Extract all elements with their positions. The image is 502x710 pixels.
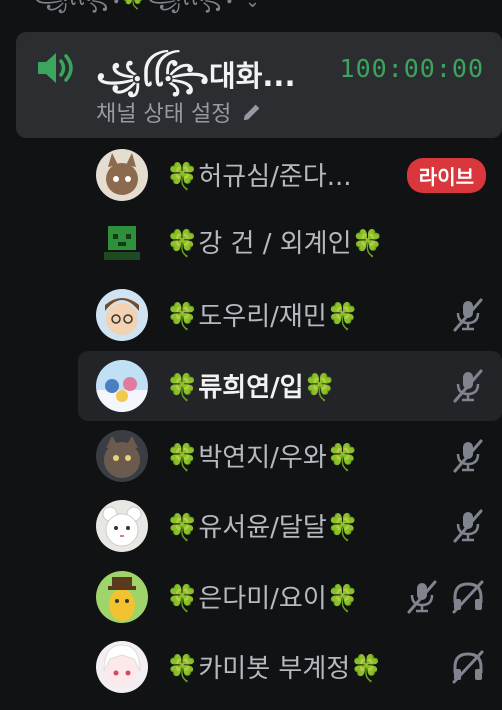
voice-member-row[interactable]: 🍀카미봇 부계정🍀 bbox=[78, 632, 502, 702]
avatar bbox=[96, 641, 148, 693]
muted-mic-icon bbox=[453, 369, 483, 403]
member-name: 🍀카미봇 부계정🍀 bbox=[166, 654, 383, 684]
avatar bbox=[96, 149, 148, 201]
speaker-icon bbox=[38, 53, 73, 83]
live-badge: 라이브 bbox=[406, 158, 486, 193]
avatar bbox=[96, 571, 148, 623]
voice-member-row[interactable]: 🍀유서윤/달달🍀 bbox=[78, 491, 502, 561]
voice-member-row[interactable]: 🍀은다미/요이🍀 bbox=[78, 562, 502, 632]
set-channel-status[interactable]: 채널 상태 설정 bbox=[96, 96, 263, 128]
call-timer: 100:00:00 bbox=[339, 54, 484, 83]
member-state-icons bbox=[450, 438, 486, 474]
member-state-icons bbox=[450, 649, 486, 685]
member-name: 🍀류희연/입🍀 bbox=[166, 373, 336, 403]
member-name: 🍀허규심/준다... bbox=[166, 162, 352, 192]
avatar bbox=[96, 500, 148, 552]
member-name: 🍀강 건 / 외계인🍀 bbox=[166, 229, 384, 259]
voice-member-row[interactable]: 🍀강 건 / 외계인🍀 bbox=[78, 207, 502, 277]
member-state-icons bbox=[450, 297, 486, 333]
member-name: 🍀유서윤/달달🍀 bbox=[166, 513, 360, 543]
avatar bbox=[96, 360, 148, 412]
channel-status-label: 채널 상태 설정 bbox=[96, 102, 232, 127]
voice-channel-item[interactable]: ꧁ꪶꪶ꧂대화... 100:00:00 채널 상태 설정 bbox=[16, 32, 502, 138]
voice-member-row[interactable]: 🍀박연지/우와🍀 bbox=[78, 421, 502, 491]
muted-mic-icon bbox=[407, 580, 437, 614]
category-label: ꧁ꪶꪶ꧂🍀꧁ꪶꪶ꧂ bbox=[34, 0, 233, 26]
voice-channel-panel: ꧁ꪶꪶ꧂🍀꧁ꪶꪶ꧂ ⌄ ꧁ꪶꪶ꧂대화... 100:00:00 채널 상태 설정… bbox=[0, 0, 502, 710]
member-state-icons bbox=[404, 579, 486, 615]
avatar bbox=[96, 289, 148, 341]
channel-category[interactable]: ꧁ꪶꪶ꧂🍀꧁ꪶꪶ꧂ ⌄ bbox=[34, 0, 260, 16]
chevron-down-icon: ⌄ bbox=[244, 0, 261, 12]
voice-member-row-selected[interactable]: 🍀류희연/입🍀 bbox=[78, 351, 502, 421]
member-name: 🍀은다미/요이🍀 bbox=[166, 584, 360, 614]
member-state-icons bbox=[450, 508, 486, 544]
member-name: 🍀박연지/우와🍀 bbox=[166, 443, 360, 473]
avatar bbox=[96, 216, 148, 268]
deafened-headphones-icon bbox=[452, 580, 484, 614]
member-name: 🍀도우리/재민🍀 bbox=[166, 302, 360, 332]
voice-member-row[interactable]: 🍀허규심/준다... 라이브 bbox=[78, 140, 502, 210]
muted-mic-icon bbox=[453, 509, 483, 543]
pencil-icon bbox=[244, 104, 260, 121]
muted-mic-icon bbox=[453, 298, 483, 332]
voice-member-row[interactable]: 🍀도우리/재민🍀 bbox=[78, 280, 502, 350]
member-state-icons bbox=[450, 368, 486, 404]
avatar bbox=[96, 430, 148, 482]
muted-mic-icon bbox=[453, 439, 483, 473]
deafened-headphones-icon bbox=[452, 650, 484, 684]
